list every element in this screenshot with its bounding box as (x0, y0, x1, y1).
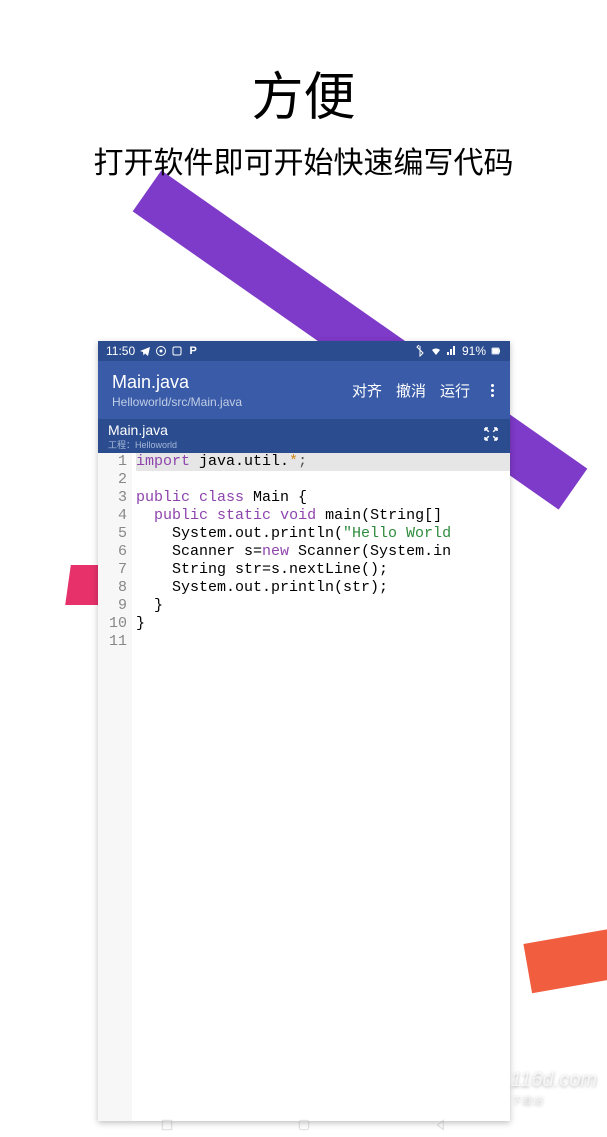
overflow-menu-icon[interactable] (484, 384, 500, 397)
nav-back-icon[interactable] (434, 1118, 448, 1132)
code-line[interactable] (136, 633, 510, 651)
code-line[interactable]: import java.util.*; (136, 453, 510, 471)
bluetooth-icon (414, 345, 426, 357)
code-line[interactable]: String str=s.nextLine(); (136, 561, 510, 579)
tab-bar: Main.java 工程：Helloworld (98, 419, 510, 453)
tab-main[interactable]: Main.java 工程：Helloworld (108, 422, 177, 451)
app-subtitle: Helloworld/src/Main.java (112, 395, 352, 409)
code-line[interactable]: Scanner s=new Scanner(System.in (136, 543, 510, 561)
status-bar: 11:50 P 91% (98, 341, 510, 361)
battery-icon (490, 345, 502, 357)
status-time: 11:50 (106, 344, 135, 358)
camera-icon (155, 345, 167, 357)
battery-text: 91% (462, 344, 486, 358)
p-icon: P (187, 345, 199, 357)
decorative-orange-rect (523, 927, 607, 994)
signal-icon (446, 345, 458, 357)
nav-home-icon[interactable] (297, 1118, 311, 1132)
telegram-icon (139, 345, 151, 357)
code-line[interactable]: } (136, 597, 510, 615)
hero-title: 方便 (0, 55, 607, 130)
code-line[interactable]: System.out.println("Hello World (136, 525, 510, 543)
watermark: 116d.com 下载站 (511, 1069, 597, 1107)
undo-button[interactable]: 撤消 (396, 380, 426, 401)
code-line[interactable]: } (136, 615, 510, 633)
code-line[interactable] (136, 471, 510, 489)
tab-project: 工程：Helloworld (108, 438, 177, 451)
app-icon (171, 345, 183, 357)
phone-frame: 11:50 P 91% (98, 341, 510, 1121)
align-button[interactable]: 对齐 (352, 380, 382, 401)
app-bar: Main.java Helloworld/src/Main.java 对齐 撤消… (98, 361, 510, 419)
app-title: Main.java (112, 372, 352, 393)
code-editor[interactable]: 1234567891011 import java.util.*; public… (98, 453, 510, 1121)
hero-subtitle: 打开软件即可开始快速编写代码 (0, 138, 607, 182)
android-nav-bar (98, 1115, 510, 1135)
nav-recent-icon[interactable] (160, 1118, 174, 1132)
wifi-icon (430, 345, 442, 357)
code-line[interactable]: System.out.println(str); (136, 579, 510, 597)
line-gutter: 1234567891011 (98, 453, 132, 1121)
run-button[interactable]: 运行 (440, 380, 470, 401)
code-line[interactable]: public static void main(String[] (136, 507, 510, 525)
code-area[interactable]: import java.util.*; public class Main { … (132, 453, 510, 1121)
tab-name: Main.java (108, 422, 177, 438)
code-line[interactable]: public class Main { (136, 489, 510, 507)
expand-icon[interactable] (482, 425, 500, 448)
